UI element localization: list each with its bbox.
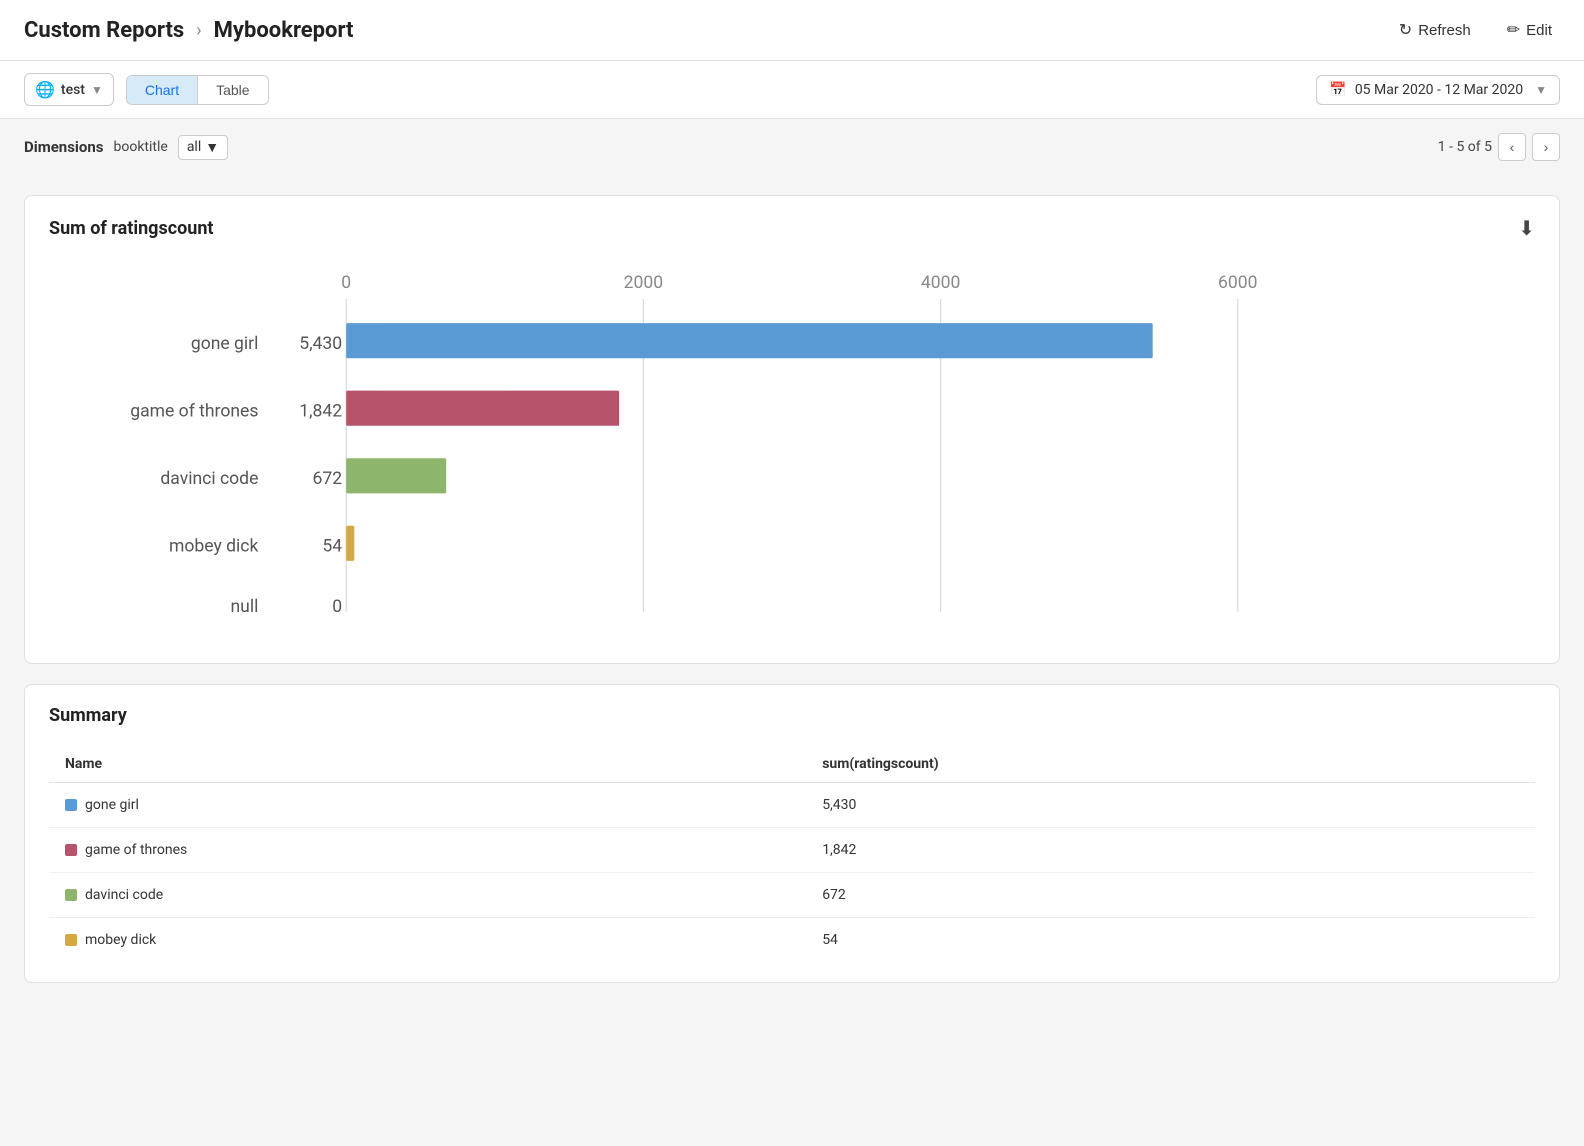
- main-content: Sum of ratingscount ⬇ 0 2000 4000 6000: [0, 175, 1584, 1003]
- svg-text:54: 54: [322, 536, 342, 556]
- chart-card-title: Sum of ratingscount: [49, 218, 214, 239]
- value-cell: 54: [806, 918, 1535, 963]
- col-name-header: Name: [49, 746, 806, 783]
- color-swatch: [65, 799, 77, 811]
- tab-chart[interactable]: Chart: [127, 76, 198, 104]
- name-cell: mobey dick: [49, 918, 806, 963]
- row-name: mobey dick: [85, 932, 156, 948]
- env-chevron-icon: ▼: [91, 83, 103, 97]
- name-cell: gone girl: [49, 783, 806, 828]
- summary-card: Summary Name sum(ratingscount) gone girl…: [24, 684, 1560, 983]
- dimensions-left: Dimensions booktitle all ▼: [24, 135, 228, 160]
- color-swatch: [65, 934, 77, 946]
- date-chevron-icon: ▼: [1535, 83, 1547, 97]
- filter-chevron-icon: ▼: [205, 139, 219, 156]
- value-cell: 1,842: [806, 828, 1535, 873]
- table-row: davinci code 672: [49, 873, 1535, 918]
- row-name: game of thrones: [85, 842, 187, 858]
- table-row: gone girl 5,430: [49, 783, 1535, 828]
- dimensions-label: Dimensions: [24, 138, 103, 156]
- edit-label: Edit: [1526, 22, 1552, 39]
- breadcrumb-current: Mybookreport: [214, 18, 354, 43]
- view-tabs: Chart Table: [126, 75, 269, 105]
- svg-text:mobey dick: mobey dick: [169, 536, 258, 556]
- dimensions-bar: Dimensions booktitle all ▼ 1 - 5 of 5 ‹ …: [0, 119, 1584, 175]
- summary-card-title: Summary: [49, 705, 127, 726]
- refresh-button[interactable]: ↻ Refresh: [1391, 16, 1479, 44]
- color-swatch: [65, 844, 77, 856]
- refresh-icon: ↻: [1399, 20, 1412, 40]
- page-header: Custom Reports › Mybookreport ↻ Refresh …: [0, 0, 1584, 61]
- chart-visualization: 0 2000 4000 6000 gone girl 5,430 game of…: [49, 261, 1535, 643]
- svg-text:5,430: 5,430: [299, 334, 342, 354]
- svg-text:6000: 6000: [1218, 273, 1257, 293]
- summary-table: Name sum(ratingscount) gone girl 5,430 g…: [49, 746, 1535, 962]
- row-name: davinci code: [85, 887, 163, 903]
- breadcrumb-separator: ›: [196, 20, 201, 41]
- svg-text:2000: 2000: [624, 273, 663, 293]
- filter-value: all: [187, 139, 201, 155]
- chart-svg: 0 2000 4000 6000 gone girl 5,430 game of…: [49, 261, 1535, 639]
- toolbar: 🌐 test ▼ Chart Table 📅 05 Mar 2020 - 12 …: [0, 61, 1584, 119]
- env-selector[interactable]: 🌐 test ▼: [24, 73, 114, 106]
- value-cell: 5,430: [806, 783, 1535, 828]
- value-cell: 672: [806, 873, 1535, 918]
- breadcrumb-root: Custom Reports: [24, 18, 184, 43]
- table-row: mobey dick 54: [49, 918, 1535, 963]
- dimensions-right: 1 - 5 of 5 ‹ ›: [1438, 133, 1560, 161]
- date-range-selector[interactable]: 📅 05 Mar 2020 - 12 Mar 2020 ▼: [1316, 75, 1560, 105]
- tab-table[interactable]: Table: [198, 76, 267, 104]
- svg-text:null: null: [230, 597, 258, 617]
- edit-icon: ✏: [1507, 20, 1520, 40]
- env-name: test: [61, 82, 85, 98]
- dimensions-field: booktitle: [113, 139, 167, 155]
- svg-text:672: 672: [313, 469, 343, 489]
- svg-text:game of thrones: game of thrones: [130, 401, 258, 421]
- next-page-button[interactable]: ›: [1532, 133, 1560, 161]
- svg-text:4000: 4000: [921, 273, 960, 293]
- color-swatch: [65, 889, 77, 901]
- table-row: game of thrones 1,842: [49, 828, 1535, 873]
- date-range-label: 05 Mar 2020 - 12 Mar 2020: [1355, 82, 1523, 98]
- download-button[interactable]: ⬇: [1518, 216, 1535, 241]
- chart-card: Sum of ratingscount ⬇ 0 2000 4000 6000: [24, 195, 1560, 664]
- svg-text:0: 0: [341, 273, 351, 293]
- prev-page-button[interactable]: ‹: [1498, 133, 1526, 161]
- header-actions: ↻ Refresh ✏ Edit: [1391, 16, 1560, 44]
- toolbar-left: 🌐 test ▼ Chart Table: [24, 73, 269, 106]
- globe-icon: 🌐: [35, 80, 55, 99]
- edit-button[interactable]: ✏ Edit: [1499, 16, 1560, 44]
- name-cell: davinci code: [49, 873, 806, 918]
- svg-text:gone girl: gone girl: [191, 334, 259, 354]
- download-icon: ⬇: [1518, 218, 1535, 240]
- chart-card-header: Sum of ratingscount ⬇: [49, 216, 1535, 241]
- svg-text:0: 0: [332, 597, 342, 617]
- col-value-header: sum(ratingscount): [806, 746, 1535, 783]
- refresh-label: Refresh: [1418, 22, 1471, 39]
- summary-card-header: Summary: [49, 705, 1535, 726]
- pagination-label: 1 - 5 of 5: [1438, 139, 1492, 155]
- svg-text:davinci code: davinci code: [160, 469, 258, 489]
- svg-text:1,842: 1,842: [299, 401, 342, 421]
- calendar-icon: 📅: [1329, 82, 1346, 98]
- row-name: gone girl: [85, 797, 139, 813]
- dimensions-filter[interactable]: all ▼: [178, 135, 228, 160]
- name-cell: game of thrones: [49, 828, 806, 873]
- breadcrumb: Custom Reports › Mybookreport: [24, 18, 354, 43]
